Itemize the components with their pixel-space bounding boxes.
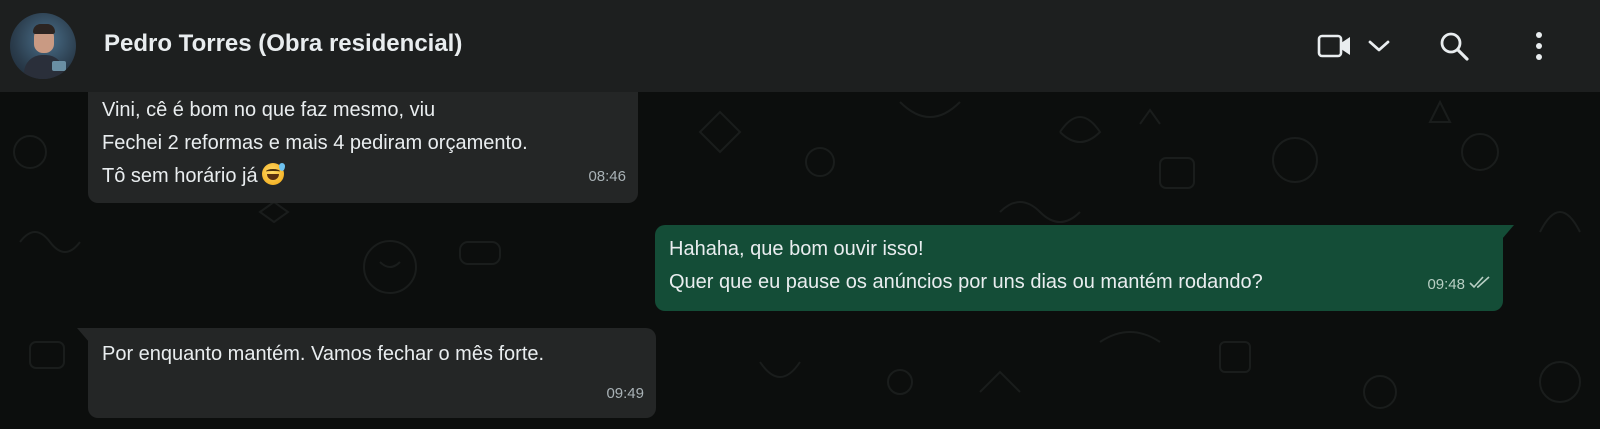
chevron-down-icon[interactable]: [1364, 26, 1394, 66]
chat-header: Pedro Torres (Obra residencial): [0, 0, 1600, 92]
message-time: 08:46: [588, 168, 626, 185]
message-time: 09:48: [1427, 276, 1465, 293]
message-time: 09:49: [606, 385, 644, 402]
outgoing-message[interactable]: Hahaha, que bom ouvir isso! Quer que eu …: [655, 225, 1503, 311]
avatar-hair: [33, 24, 55, 34]
message-text: Hahaha, que bom ouvir isso! Quer que eu …: [669, 238, 1263, 293]
message-text: Vini, cê é bom no que faz mesmo, viu Fec…: [102, 99, 528, 187]
message-text: Por enquanto mantém. Vamos fechar o mês …: [102, 343, 545, 365]
read-double-check-icon: [1469, 267, 1493, 300]
video-call-icon[interactable]: [1314, 26, 1356, 66]
bubble-tail: [1502, 225, 1514, 239]
message-list[interactable]: Vini, cê é bom no que faz mesmo, viu Fec…: [0, 92, 1600, 429]
avatar-background-frame: [52, 61, 66, 71]
search-icon[interactable]: [1434, 26, 1474, 66]
contact-name[interactable]: Pedro Torres (Obra residencial): [104, 30, 462, 58]
chat-window: Pedro Torres (Obra residencial) Vini, cê…: [0, 0, 1600, 429]
contact-avatar[interactable]: [10, 13, 76, 79]
more-options-icon[interactable]: [1524, 26, 1554, 66]
grinning-face-with-sweat-emoji-icon: [261, 163, 285, 185]
incoming-message[interactable]: Por enquanto mantém. Vamos fechar o mês …: [88, 328, 656, 418]
incoming-message[interactable]: Vini, cê é bom no que faz mesmo, viu Fec…: [88, 92, 638, 203]
